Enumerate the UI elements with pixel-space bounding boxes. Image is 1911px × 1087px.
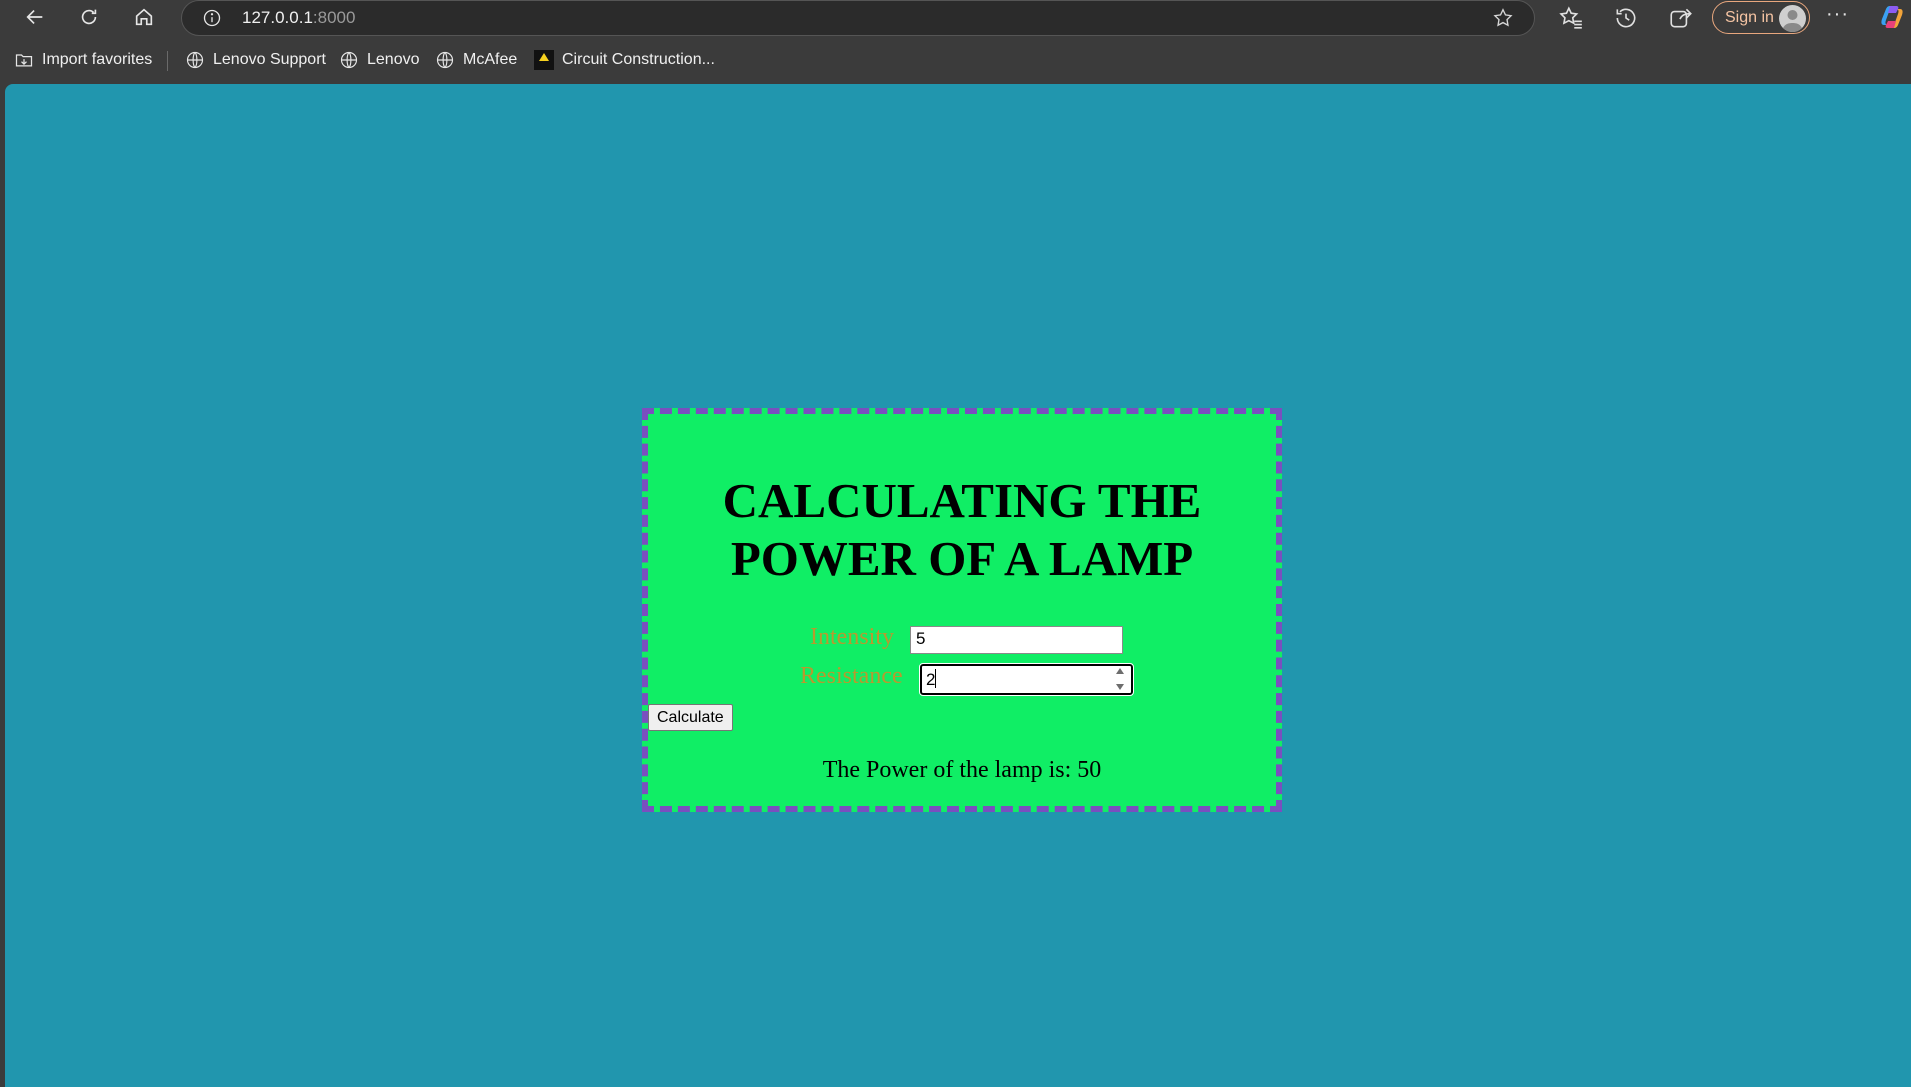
back-arrow-icon bbox=[26, 9, 43, 25]
globe-icon bbox=[340, 51, 358, 69]
title-line-1: CALCULATING THE bbox=[722, 473, 1202, 528]
phet-icon bbox=[534, 50, 554, 70]
favorite-lenovo[interactable]: Lenovo bbox=[339, 50, 420, 70]
spinner-down-icon[interactable] bbox=[1116, 684, 1124, 690]
favorites-icon[interactable] bbox=[1558, 5, 1584, 31]
favorites-separator bbox=[167, 51, 168, 71]
favorite-label: McAfee bbox=[463, 51, 518, 68]
home-button[interactable] bbox=[127, 2, 161, 32]
favorite-star-icon[interactable] bbox=[1492, 7, 1514, 29]
favorite-label: Lenovo Support bbox=[213, 51, 326, 68]
result-text: The Power of the lamp is: 50 bbox=[822, 757, 1102, 783]
text-caret bbox=[935, 669, 937, 688]
calculate-button[interactable]: Calculate bbox=[648, 704, 733, 731]
back-button[interactable] bbox=[18, 2, 52, 32]
address-url: 127.0.0.1:8000 bbox=[242, 8, 355, 28]
favorite-label: Import favorites bbox=[42, 51, 153, 68]
sign-in-button[interactable]: Sign in bbox=[1712, 1, 1810, 34]
refresh-button[interactable] bbox=[72, 2, 106, 32]
resistance-input[interactable]: 2 bbox=[919, 663, 1134, 696]
copilot-icon[interactable] bbox=[1878, 3, 1906, 31]
favorite-mcafee[interactable]: McAfee bbox=[435, 50, 517, 70]
address-bar[interactable]: 127.0.0.1:8000 bbox=[181, 0, 1535, 36]
sign-in-label: Sign in bbox=[1725, 9, 1774, 26]
favorite-label: Circuit Construction... bbox=[562, 51, 715, 68]
favorite-label: Lenovo bbox=[367, 51, 420, 68]
info-icon[interactable] bbox=[202, 8, 222, 28]
url-port: :8000 bbox=[312, 8, 356, 27]
favorites-bar: Import favorites Lenovo Support Lenovo M… bbox=[0, 41, 1911, 81]
spinner-up-icon[interactable] bbox=[1116, 668, 1124, 674]
globe-icon bbox=[436, 51, 454, 69]
favorite-import[interactable]: Import favorites bbox=[14, 50, 152, 70]
globe-icon bbox=[186, 51, 204, 69]
url-host: 127.0.0.1 bbox=[242, 8, 313, 27]
number-spinner[interactable] bbox=[1115, 668, 1125, 690]
page-viewport: CALCULATING THE POWER OF A LAMP Intensit… bbox=[5, 84, 1911, 1087]
favorite-circuit-construction[interactable]: Circuit Construction... bbox=[534, 50, 715, 70]
refresh-icon bbox=[81, 9, 97, 25]
favorite-lenovo-support[interactable]: Lenovo Support bbox=[185, 50, 326, 70]
browser-toolbar: 127.0.0.1:8000 Sign in ··· bbox=[0, 0, 1911, 37]
intensity-input[interactable]: 5 bbox=[910, 626, 1123, 654]
resistance-label: Resistance bbox=[800, 663, 903, 689]
calculator-card: CALCULATING THE POWER OF A LAMP Intensit… bbox=[642, 408, 1282, 812]
title-line-2: POWER OF A LAMP bbox=[730, 531, 1194, 586]
import-favorites-icon bbox=[15, 54, 33, 67]
intensity-label: Intensity bbox=[810, 624, 894, 650]
intensity-value: 5 bbox=[916, 629, 926, 648]
history-icon[interactable] bbox=[1613, 5, 1639, 31]
resistance-value: 2 bbox=[926, 670, 936, 689]
more-options-button[interactable]: ··· bbox=[1826, 3, 1849, 26]
share-icon[interactable] bbox=[1668, 5, 1694, 31]
home-icon bbox=[135, 8, 153, 26]
avatar-icon bbox=[1779, 5, 1806, 32]
page-title: CALCULATING THE POWER OF A LAMP bbox=[648, 472, 1276, 588]
